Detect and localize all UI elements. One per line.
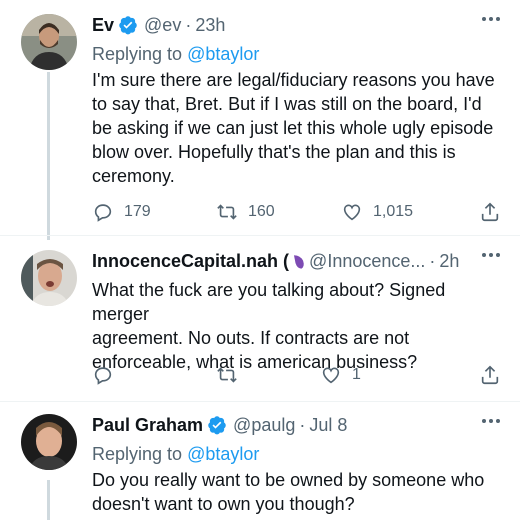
retweet-icon xyxy=(217,367,237,383)
reply-icon xyxy=(94,367,112,385)
replying-to-link[interactable]: @btaylor xyxy=(187,44,259,64)
display-name[interactable]: InnocenceCapital.nah ( xyxy=(92,251,289,272)
tweet-actions: 179 160 1,015 xyxy=(92,200,502,224)
replying-to-link[interactable]: @btaylor xyxy=(187,444,259,464)
like-button[interactable]: 1,015 xyxy=(341,201,413,223)
reply-count: 179 xyxy=(124,203,151,220)
replying-to: Replying to @btaylor xyxy=(92,42,506,66)
heart-icon xyxy=(343,204,361,221)
retweet-count: 160 xyxy=(248,203,275,220)
verified-badge-icon xyxy=(119,16,137,35)
tweet-text: I'm sure there are legal/fiduciary reaso… xyxy=(92,70,495,186)
avatar-innocencecapital[interactable] xyxy=(21,250,77,306)
display-name[interactable]: Paul Graham xyxy=(92,415,203,436)
more-horizontal-icon[interactable] xyxy=(480,14,502,24)
reply-button[interactable] xyxy=(92,364,124,386)
retweet-icon xyxy=(217,204,237,220)
separator: · xyxy=(299,414,306,435)
tweet-text: What the fuck are you talking about? Sig… xyxy=(92,280,446,372)
thread-connector xyxy=(47,72,50,240)
reply-button[interactable]: 179 xyxy=(92,201,151,223)
verified-badge-icon xyxy=(208,416,226,435)
like-count: 1,015 xyxy=(373,203,414,220)
timestamp[interactable]: Jul 8 xyxy=(309,415,347,436)
reply-icon xyxy=(94,204,112,222)
thread-connector xyxy=(47,480,50,520)
share-button[interactable] xyxy=(479,364,501,386)
like-count: 1 xyxy=(352,366,361,383)
more-horizontal-icon[interactable] xyxy=(480,250,502,260)
share-icon xyxy=(481,365,499,385)
separator: · xyxy=(185,14,192,35)
retweet-button[interactable] xyxy=(216,364,248,386)
handle[interactable]: @Innocence... xyxy=(309,251,425,272)
avatar-ev[interactable] xyxy=(21,14,77,70)
retweet-button[interactable]: 160 xyxy=(216,201,275,223)
purple-eggplant-emoji xyxy=(294,255,304,269)
replying-prefix: Replying to xyxy=(92,444,183,464)
handle[interactable]: @ev xyxy=(144,15,181,36)
replying-prefix: Replying to xyxy=(92,44,183,64)
tweet-innocencecapital[interactable]: InnocenceCapital.nah ( @Innocence... · 2… xyxy=(0,236,520,402)
tweet-paulg[interactable]: Paul Graham @paulg · Jul 8 Replying to @… xyxy=(0,402,520,520)
tweet-actions: 1 xyxy=(92,363,502,387)
display-name[interactable]: Ev xyxy=(92,15,114,36)
tweet-text: Do you really want to be owned by someon… xyxy=(92,470,485,514)
tweet-thread: Ev @ev · 23h Replying to @btaylor I'm su… xyxy=(0,0,520,520)
timestamp[interactable]: 2h xyxy=(439,251,459,272)
like-button[interactable]: 1 xyxy=(320,364,361,386)
heart-icon xyxy=(322,367,340,384)
timestamp[interactable]: 23h xyxy=(195,15,225,36)
share-icon xyxy=(481,202,499,222)
avatar-paulg[interactable] xyxy=(21,414,77,470)
handle[interactable]: @paulg xyxy=(233,415,295,436)
more-horizontal-icon[interactable] xyxy=(480,416,502,426)
share-button[interactable] xyxy=(479,201,501,223)
tweet-ev[interactable]: Ev @ev · 23h Replying to @btaylor I'm su… xyxy=(0,0,520,240)
replying-to: Replying to @btaylor xyxy=(92,442,506,466)
separator: · xyxy=(429,250,436,271)
